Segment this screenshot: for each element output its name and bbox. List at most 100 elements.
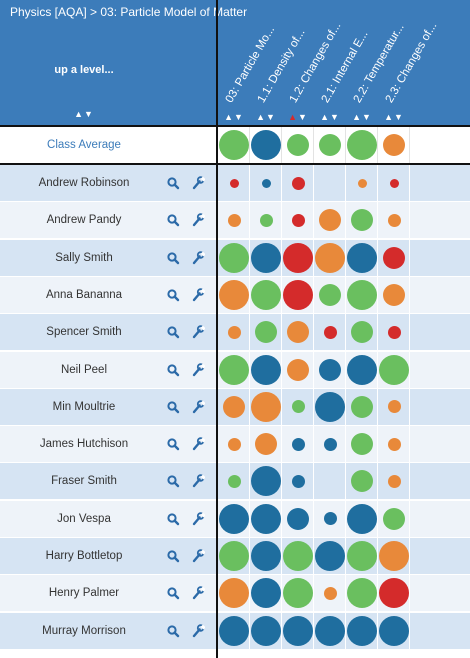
search-icon[interactable]: [166, 212, 180, 228]
score-dot[interactable]: [291, 400, 305, 414]
wrench-icon[interactable]: [191, 212, 205, 228]
score-dot[interactable]: [219, 354, 249, 385]
score-dot[interactable]: [351, 433, 373, 456]
score-dot[interactable]: [251, 354, 281, 385]
score-dot[interactable]: [283, 541, 313, 571]
score-dot[interactable]: [379, 578, 409, 609]
score-dot[interactable]: [347, 130, 377, 160]
score-dot[interactable]: [251, 130, 281, 160]
score-dot[interactable]: [347, 541, 377, 571]
score-dot[interactable]: [251, 541, 281, 571]
score-dot[interactable]: [351, 395, 373, 418]
wrench-icon[interactable]: [191, 473, 205, 489]
score-dot[interactable]: [283, 615, 313, 646]
score-dot[interactable]: [251, 391, 281, 422]
student-name[interactable]: Sally Smith: [0, 240, 168, 276]
score-dot[interactable]: [357, 178, 367, 188]
score-dot[interactable]: [383, 507, 405, 530]
score-dot[interactable]: [291, 213, 305, 227]
wrench-icon[interactable]: [191, 250, 205, 266]
score-dot[interactable]: [291, 176, 305, 190]
score-dot[interactable]: [219, 503, 249, 534]
score-dot[interactable]: [227, 474, 241, 488]
score-dot[interactable]: [315, 541, 345, 571]
sort-down-icon[interactable]: ▼: [266, 112, 276, 122]
score-dot[interactable]: [383, 283, 405, 306]
score-dot[interactable]: [251, 615, 281, 646]
wrench-icon[interactable]: [191, 324, 205, 340]
sort-arrows-icon[interactable]: ▲▼: [0, 109, 168, 119]
score-dot[interactable]: [283, 242, 313, 273]
wrench-icon[interactable]: [191, 436, 205, 452]
wrench-icon[interactable]: [191, 175, 205, 191]
score-dot[interactable]: [387, 437, 401, 451]
score-dot[interactable]: [287, 134, 309, 156]
score-dot[interactable]: [347, 615, 377, 646]
sort-arrows-icon[interactable]: ▲▼: [378, 112, 410, 122]
score-dot[interactable]: [323, 437, 337, 451]
score-dot[interactable]: [315, 615, 345, 646]
score-dot[interactable]: [347, 354, 377, 385]
score-dot[interactable]: [387, 213, 401, 227]
student-name[interactable]: Jon Vespa: [0, 501, 168, 537]
score-dot[interactable]: [219, 578, 249, 609]
wrench-icon[interactable]: [191, 585, 205, 601]
score-dot[interactable]: [251, 466, 281, 497]
sort-down-icon[interactable]: ▼: [362, 112, 372, 122]
score-dot[interactable]: [223, 395, 245, 418]
score-dot[interactable]: [251, 578, 281, 609]
score-dot[interactable]: [291, 437, 305, 451]
sort-down-icon[interactable]: ▼: [298, 112, 308, 122]
score-dot[interactable]: [283, 279, 313, 310]
score-dot[interactable]: [227, 437, 241, 451]
search-icon[interactable]: [166, 175, 180, 191]
score-dot[interactable]: [347, 279, 377, 310]
search-icon[interactable]: [166, 324, 180, 340]
score-dot[interactable]: [287, 507, 309, 530]
sort-down-icon[interactable]: ▼: [394, 112, 404, 122]
score-dot[interactable]: [319, 209, 341, 232]
score-dot[interactable]: [347, 503, 377, 534]
sort-arrows-icon[interactable]: ▲▼: [250, 112, 282, 122]
score-dot[interactable]: [319, 358, 341, 381]
search-icon[interactable]: [166, 511, 180, 527]
column-header[interactable]: 2.2: Temperatur... ▲▼: [346, 0, 407, 125]
score-dot[interactable]: [351, 321, 373, 344]
search-icon[interactable]: [166, 436, 180, 452]
wrench-icon[interactable]: [191, 362, 205, 378]
score-dot[interactable]: [387, 474, 401, 488]
student-name[interactable]: Murray Morrison: [0, 613, 168, 649]
score-dot[interactable]: [347, 578, 377, 609]
score-dot[interactable]: [379, 541, 409, 571]
sort-up-icon[interactable]: ▲: [384, 112, 394, 122]
score-dot[interactable]: [347, 242, 377, 273]
column-header[interactable]: 1.2: Changes of... ▲▼: [282, 0, 344, 125]
column-header[interactable]: 2.3: Changes of... ▲▼: [378, 0, 440, 125]
up-level-link[interactable]: up a level...: [0, 64, 168, 76]
search-icon[interactable]: [166, 362, 180, 378]
score-dot[interactable]: [229, 178, 239, 188]
score-dot[interactable]: [383, 134, 405, 156]
wrench-icon[interactable]: [191, 399, 205, 415]
sort-arrows-icon[interactable]: ▲▼: [314, 112, 346, 122]
score-dot[interactable]: [259, 213, 273, 227]
sort-down-icon[interactable]: ▼: [330, 112, 340, 122]
breadcrumb[interactable]: Physics [AQA] > 03: Particle Model of Ma…: [10, 5, 247, 19]
score-dot[interactable]: [291, 474, 305, 488]
student-name[interactable]: Neil Peel: [0, 352, 168, 388]
sort-up-icon[interactable]: ▲: [224, 112, 234, 122]
sort-down-icon[interactable]: ▼: [234, 112, 244, 122]
student-name[interactable]: Spencer Smith: [0, 314, 168, 350]
wrench-icon[interactable]: [191, 548, 205, 564]
sort-arrows-icon[interactable]: ▲▼: [282, 112, 314, 122]
search-icon[interactable]: [166, 399, 180, 415]
search-icon[interactable]: [166, 548, 180, 564]
score-dot[interactable]: [287, 321, 309, 344]
score-dot[interactable]: [219, 279, 249, 310]
score-dot[interactable]: [379, 615, 409, 646]
student-name[interactable]: Min Moultrie: [0, 389, 168, 425]
score-dot[interactable]: [255, 321, 277, 344]
wrench-icon[interactable]: [191, 511, 205, 527]
score-dot[interactable]: [251, 279, 281, 310]
score-dot[interactable]: [227, 325, 241, 339]
